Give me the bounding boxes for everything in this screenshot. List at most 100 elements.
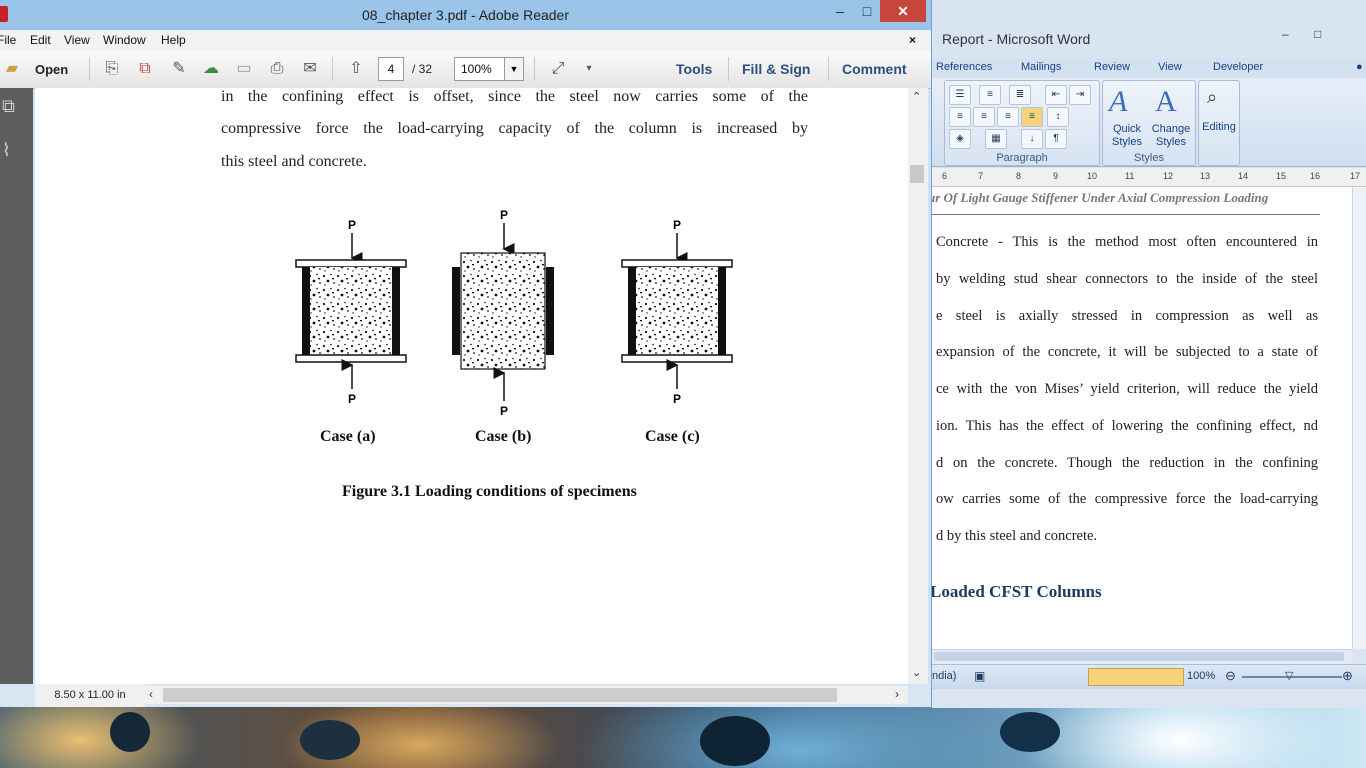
show-formatting-icon[interactable]: ¶ (1045, 129, 1067, 149)
case-c-label: Case (c) (645, 428, 700, 445)
tab-references[interactable]: References (936, 61, 992, 73)
word-horizontal-scrollbar[interactable] (932, 649, 1352, 664)
page-total: / 32 (412, 62, 433, 76)
shading-icon[interactable]: ◈ (949, 129, 971, 149)
adobe-toolbar: ▰ Open ⎘ ⧉ ✎ ☁ ▭ ⎙ ✉ ⇧ 4 / 32 100% ▼ ⤢ ▾… (0, 51, 931, 89)
load-label-bottom: P (673, 392, 681, 406)
sort-icon[interactable]: ↓ (1021, 129, 1043, 149)
zoom-level[interactable]: 100% (1187, 670, 1215, 682)
help-icon[interactable]: ● (1356, 61, 1363, 73)
editing-button[interactable]: Editing (1199, 121, 1239, 134)
adobe-title-bar: 08_chapter 3.pdf - Adobe Reader – □ ✕ (0, 0, 931, 30)
menu-help[interactable]: Help (161, 33, 186, 47)
quick-styles-button[interactable]: Quick Styles (1105, 123, 1149, 149)
toolbar-menu-icon[interactable]: ▾ (578, 59, 600, 79)
word-hscroll-thumb[interactable] (934, 652, 1344, 661)
word-minimize-button[interactable]: – (1282, 27, 1289, 41)
multilevel-list-icon[interactable]: ≣ (1009, 85, 1031, 105)
justify-icon[interactable]: ≡ (1021, 107, 1043, 127)
word-text-line: ce with the von Mises’ yield criterion, … (936, 381, 1318, 397)
menu-file[interactable]: File (0, 33, 16, 47)
word-text-line: e steel is axially stressed in compressi… (936, 308, 1318, 324)
change-styles-button[interactable]: Change Styles (1149, 123, 1193, 149)
paragraph-group-label: Paragraph (996, 152, 1048, 164)
pdf-page[interactable]: in the confining effect is offset, since… (35, 88, 908, 684)
ruler-mark: 9 (1053, 171, 1059, 181)
word-text-line: d by this steel and concrete. (936, 528, 1098, 544)
borders-icon[interactable]: ▦ (985, 129, 1007, 149)
word-document-page[interactable]: ur Of Light Gauge Stiffener Under Axial … (932, 187, 1352, 649)
scroll-down-icon[interactable]: ⌄ (912, 666, 921, 679)
comment-pane-button[interactable]: Comment (842, 61, 907, 77)
decrease-indent-icon[interactable]: ⇤ (1045, 85, 1067, 105)
tab-review[interactable]: Review (1094, 61, 1130, 73)
combine-files-icon[interactable]: ⧉ (134, 59, 156, 79)
adobe-menu-bar: File Edit View Window Help × (0, 30, 931, 51)
menu-window[interactable]: Window (103, 33, 146, 47)
toolbar-separator (828, 57, 829, 81)
zoom-dropdown-icon[interactable]: ▼ (504, 57, 524, 81)
scroll-right-icon[interactable]: › (895, 687, 899, 701)
fit-page-icon[interactable]: ⤢ (547, 59, 569, 79)
tab-mailings[interactable]: Mailings (1021, 61, 1061, 73)
upload-icon[interactable]: ☁ (200, 59, 222, 79)
ruler-mark: 10 (1087, 171, 1098, 181)
wallpaper-shape (300, 720, 360, 760)
scroll-up-icon[interactable]: ⌃ (912, 90, 921, 103)
macro-icon[interactable]: ▣ (974, 669, 985, 683)
pdf-vscroll-thumb[interactable] (910, 165, 924, 183)
zoom-in-icon[interactable]: ⊕ (1342, 668, 1353, 684)
attachments-icon[interactable]: ⌇ (2, 140, 11, 161)
pdf-text-line: this steel and concrete. (221, 153, 367, 170)
folder-open-icon[interactable]: ▰ (1, 59, 23, 79)
tools-pane-button[interactable]: Tools (676, 61, 712, 77)
language-indicator[interactable]: ndia) (932, 670, 956, 682)
open-button[interactable]: Open (35, 62, 68, 77)
word-ribbon: ☰ ≡ ≣ ⇤ ⇥ ≡ ≡ ≡ ≡ ↕ ◈ ▦ ↓ ¶ Paragraph A … (932, 78, 1366, 167)
tab-developer[interactable]: Developer (1213, 61, 1263, 73)
word-maximize-button[interactable]: □ (1314, 27, 1321, 41)
menu-view[interactable]: View (64, 33, 90, 47)
numbering-icon[interactable]: ≡ (979, 85, 1001, 105)
zoom-out-icon[interactable]: ⊖ (1225, 668, 1236, 684)
word-vertical-scrollbar[interactable] (1352, 187, 1366, 649)
pdf-vertical-scrollbar[interactable]: ⌃ ⌄ (908, 88, 928, 684)
tab-view[interactable]: View (1158, 61, 1182, 73)
align-left-icon[interactable]: ≡ (949, 107, 971, 127)
quick-styles-icon[interactable]: A (1109, 85, 1127, 119)
increase-indent-icon[interactable]: ⇥ (1069, 85, 1091, 105)
change-styles-icon[interactable]: A (1155, 85, 1177, 119)
binoculars-icon[interactable]: ⌕ (1207, 87, 1217, 108)
word-title: Report - Microsoft Word (942, 31, 1091, 47)
align-center-icon[interactable]: ≡ (973, 107, 995, 127)
adobe-minimize-button[interactable]: – (826, 0, 854, 22)
word-text-line: Concrete - This is the method most often… (936, 234, 1318, 250)
adobe-close-button[interactable]: ✕ (880, 0, 926, 22)
ruler-mark: 17 (1350, 171, 1361, 181)
previous-page-icon[interactable]: ⇧ (345, 59, 367, 79)
print-icon[interactable]: ⎙ (266, 59, 288, 79)
page-number-input[interactable]: 4 (378, 57, 404, 81)
zoom-slider-thumb[interactable]: ▽ (1285, 669, 1293, 682)
pdf-hscroll-thumb[interactable] (163, 688, 837, 702)
sign-pen-icon[interactable]: ✎ (168, 59, 190, 79)
adobe-maximize-button[interactable]: □ (854, 0, 880, 22)
scroll-left-icon[interactable]: ‹ (149, 687, 153, 701)
menu-edit[interactable]: Edit (30, 33, 51, 47)
create-pdf-icon[interactable]: ⎘ (101, 59, 123, 79)
pdf-text-line: in the confining effect is offset, since… (221, 88, 808, 105)
view-buttons[interactable] (1088, 668, 1184, 686)
page-thumbnails-icon[interactable]: ⧉ (2, 96, 15, 117)
email-icon[interactable]: ✉ (299, 59, 321, 79)
line-spacing-icon[interactable]: ↕ (1047, 107, 1069, 127)
ruler-mark: 16 (1310, 171, 1321, 181)
save-icon[interactable]: ▭ (233, 59, 255, 79)
close-document-button[interactable]: × (909, 33, 916, 47)
ruler-mark: 11 (1125, 171, 1135, 181)
fill-sign-pane-button[interactable]: Fill & Sign (742, 61, 810, 77)
bullets-icon[interactable]: ☰ (949, 85, 971, 105)
pdf-horizontal-scrollbar[interactable]: ‹ › (145, 686, 908, 704)
figure-caption: Figure 3.1 Loading conditions of specime… (342, 483, 637, 500)
align-right-icon[interactable]: ≡ (997, 107, 1019, 127)
toolbar-separator (332, 57, 333, 81)
